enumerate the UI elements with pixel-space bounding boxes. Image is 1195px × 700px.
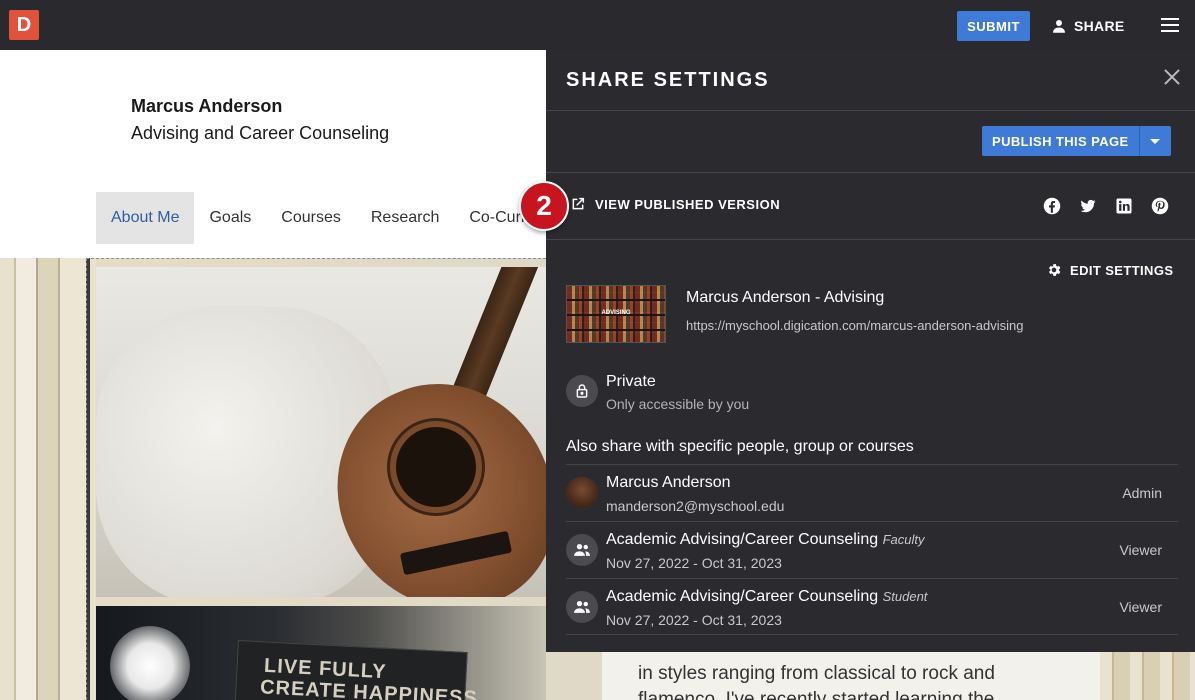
- edit-settings-label: EDIT SETTINGS: [1070, 262, 1174, 278]
- page-thumbnail: ADVISING: [566, 285, 666, 343]
- gear-icon: [1049, 264, 1061, 276]
- member-name: Academic Advising/Career Counseling Facu…: [606, 531, 925, 548]
- divider: [546, 172, 1195, 173]
- digication-logo[interactable]: D: [9, 10, 39, 40]
- close-icon[interactable]: [1163, 68, 1181, 86]
- twitter-icon[interactable]: [1079, 197, 1097, 215]
- owner-name: Marcus Anderson: [131, 96, 283, 116]
- divider: [546, 239, 1195, 240]
- thumbnail-label: ADVISING: [601, 310, 631, 316]
- chevron-down-icon: [1150, 138, 1161, 144]
- facebook-icon[interactable]: [1043, 197, 1061, 215]
- divider: [546, 110, 1195, 111]
- owner-subtitle: Advising and Career Counseling: [131, 123, 390, 143]
- share-button[interactable]: SHARE: [1050, 11, 1125, 41]
- about-text-card: in styles ranging from classical to rock…: [602, 650, 1100, 700]
- nav-item-about-me[interactable]: About Me: [96, 192, 195, 244]
- member-row[interactable]: Marcus Anderson manderson2@myschool.edu …: [566, 464, 1178, 521]
- member-dates: Nov 27, 2022 - Oct 31, 2023: [606, 612, 782, 628]
- member-row[interactable]: Academic Advising/Career Counseling Facu…: [566, 521, 1178, 578]
- section-outline-left: [86, 258, 87, 700]
- edit-settings-button[interactable]: EDIT SETTINGS: [1046, 262, 1173, 278]
- member-dates: Nov 27, 2022 - Oct 31, 2023: [606, 555, 782, 571]
- member-role[interactable]: Viewer: [1119, 599, 1162, 615]
- page-header: Marcus Anderson Advising and Career Coun…: [0, 50, 546, 258]
- submit-button[interactable]: SUBMIT: [957, 11, 1030, 41]
- publish-button-group: PUBLISH THIS PAGE: [982, 126, 1171, 156]
- group-icon: [566, 534, 598, 566]
- publish-page-button[interactable]: PUBLISH THIS PAGE: [982, 126, 1139, 156]
- member-row[interactable]: Academic Advising/Career Counseling Stud…: [566, 578, 1178, 635]
- member-name: Marcus Anderson: [606, 474, 731, 491]
- nav-item-research[interactable]: Research: [356, 192, 454, 244]
- page-nav: About Me Goals Courses Research Co-Curr: [96, 192, 541, 244]
- group-icon: [566, 591, 598, 623]
- body-text-line: in styles ranging from classical to rock…: [638, 663, 995, 684]
- privacy-lock-icon: [566, 375, 598, 407]
- lock-icon: [576, 384, 588, 398]
- member-tag: Student: [882, 589, 928, 604]
- top-bar: D SUBMIT SHARE: [0, 0, 1195, 50]
- books-image: [0, 258, 96, 700]
- share-with-heading: Also share with specific people, group o…: [566, 438, 914, 455]
- nav-item-goals[interactable]: Goals: [194, 192, 266, 244]
- live-fully-photo: LIVE FULLY CREATE HAPPINESS: [96, 606, 546, 700]
- user-avatar: [566, 477, 598, 509]
- view-published-label: VIEW PUBLISHED VERSION: [595, 196, 781, 212]
- member-email: manderson2@myschool.edu: [606, 498, 785, 514]
- guitar-photo: [96, 267, 546, 597]
- pinterest-icon[interactable]: [1151, 197, 1169, 215]
- member-tag: Faculty: [882, 532, 925, 547]
- linkedin-icon[interactable]: [1115, 197, 1133, 215]
- person-icon: [1053, 20, 1065, 33]
- privacy-title[interactable]: Private: [606, 373, 656, 391]
- publish-options-dropdown[interactable]: [1138, 126, 1171, 156]
- external-link-icon: [572, 197, 585, 210]
- share-settings-panel: SHARE SETTINGS PUBLISH THIS PAGE VIEW PU…: [546, 50, 1195, 652]
- privacy-subtitle: Only accessible by you: [606, 396, 750, 412]
- panel-title: SHARE SETTINGS: [566, 69, 770, 91]
- member-role[interactable]: Admin: [1122, 485, 1162, 501]
- books-image-right: [1100, 650, 1195, 700]
- body-text-line: flamenco. I've recently started learning…: [638, 689, 995, 700]
- page-name: Marcus Anderson - Advising: [686, 289, 885, 306]
- step-number-badge: 2: [519, 181, 569, 231]
- member-role[interactable]: Viewer: [1119, 542, 1162, 558]
- view-published-link[interactable]: VIEW PUBLISHED VERSION: [570, 196, 780, 212]
- page-url[interactable]: https://myschool.digication.com/marcus-a…: [686, 318, 1023, 333]
- hamburger-menu-icon[interactable]: [1160, 16, 1180, 34]
- nav-item-courses[interactable]: Courses: [266, 192, 356, 244]
- section-outline: [86, 258, 546, 260]
- member-name: Academic Advising/Career Counseling Stud…: [606, 588, 928, 605]
- share-button-label: SHARE: [1074, 18, 1125, 34]
